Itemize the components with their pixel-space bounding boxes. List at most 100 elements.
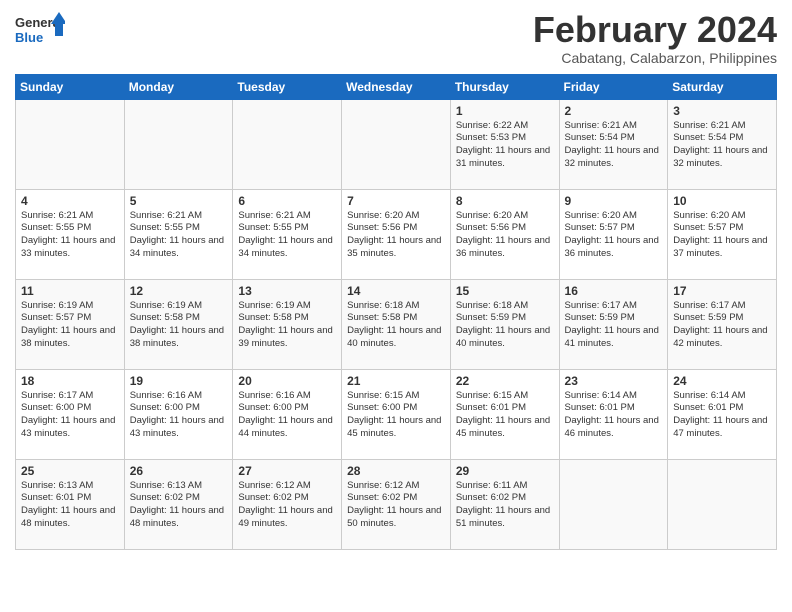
day-number: 17 [673,284,771,298]
day-sun-info: Sunrise: 6:21 AM Sunset: 5:54 PM Dayligh… [565,120,663,171]
day-number: 6 [238,194,336,208]
svg-text:Blue: Blue [15,30,43,45]
day-number: 14 [347,284,445,298]
calendar-day-cell: 1Sunrise: 6:22 AM Sunset: 5:53 PM Daylig… [450,99,559,189]
calendar-day-cell: 28Sunrise: 6:12 AM Sunset: 6:02 PM Dayli… [342,459,451,549]
location: Cabatang, Calabarzon, Philippines [533,50,777,66]
day-number: 2 [565,104,663,118]
day-header: Wednesday [342,74,451,99]
day-header: Thursday [450,74,559,99]
calendar-day-cell: 6 Sunrise: 6:21 AM Sunset: 5:55 PM Daylig… [233,189,342,279]
calendar-day-cell: 8 Sunrise: 6:20 AM Sunset: 5:56 PM Daylig… [450,189,559,279]
day-number: 22 [456,374,554,388]
logo: General Blue [15,10,65,50]
day-number: 15 [456,284,554,298]
day-sun-info: Sunrise: 6:13 AM Sunset: 6:02 PM Dayligh… [130,480,228,531]
calendar-day-cell: 17 Sunrise: 6:17 AM Sunset: 5:59 PM Dayli… [668,279,777,369]
day-sun-info: Sunrise: 6:22 AM Sunset: 5:53 PM Dayligh… [456,120,554,171]
calendar-day-cell: 10 Sunrise: 6:20 AM Sunset: 5:57 PM Dayli… [668,189,777,279]
page-header: General Blue February 2024 Cabatang, Cal… [15,10,777,66]
calendar-week-row: 1Sunrise: 6:22 AM Sunset: 5:53 PM Daylig… [16,99,777,189]
calendar-day-cell: 21 Sunrise: 6:15 AM Sunset: 6:00 PM Dayli… [342,369,451,459]
day-sun-info: Sunrise: 6:11 AM Sunset: 6:02 PM Dayligh… [456,480,554,531]
day-sun-info: Sunrise: 6:12 AM Sunset: 6:02 PM Dayligh… [238,480,336,531]
calendar-day-cell: 5 Sunrise: 6:21 AM Sunset: 5:55 PM Daylig… [124,189,233,279]
day-number: 28 [347,464,445,478]
day-sun-info: Sunrise: 6:20 AM Sunset: 5:57 PM Dayligh… [673,210,771,261]
day-number: 10 [673,194,771,208]
day-sun-info: Sunrise: 6:20 AM Sunset: 5:57 PM Dayligh… [565,210,663,261]
calendar-day-cell: 16 Sunrise: 6:17 AM Sunset: 5:59 PM Dayli… [559,279,668,369]
calendar-day-cell [668,459,777,549]
day-number: 23 [565,374,663,388]
day-header: Tuesday [233,74,342,99]
day-sun-info: Sunrise: 6:18 AM Sunset: 5:59 PM Dayligh… [456,300,554,351]
calendar-day-cell: 7 Sunrise: 6:20 AM Sunset: 5:56 PM Daylig… [342,189,451,279]
calendar-day-cell: 15 Sunrise: 6:18 AM Sunset: 5:59 PM Dayli… [450,279,559,369]
calendar-day-cell: 22 Sunrise: 6:15 AM Sunset: 6:01 PM Dayli… [450,369,559,459]
day-sun-info: Sunrise: 6:21 AM Sunset: 5:55 PM Dayligh… [130,210,228,261]
calendar-day-cell [16,99,125,189]
day-number: 25 [21,464,119,478]
day-header: Monday [124,74,233,99]
day-number: 29 [456,464,554,478]
logo-svg: General Blue [15,10,65,50]
day-sun-info: Sunrise: 6:21 AM Sunset: 5:54 PM Dayligh… [673,120,771,171]
day-number: 16 [565,284,663,298]
day-sun-info: Sunrise: 6:15 AM Sunset: 6:01 PM Dayligh… [456,390,554,441]
day-sun-info: Sunrise: 6:13 AM Sunset: 6:01 PM Dayligh… [21,480,119,531]
day-sun-info: Sunrise: 6:20 AM Sunset: 5:56 PM Dayligh… [347,210,445,261]
day-sun-info: Sunrise: 6:19 AM Sunset: 5:57 PM Dayligh… [21,300,119,351]
calendar-day-cell: 9 Sunrise: 6:20 AM Sunset: 5:57 PM Daylig… [559,189,668,279]
day-sun-info: Sunrise: 6:20 AM Sunset: 5:56 PM Dayligh… [456,210,554,261]
day-number: 3 [673,104,771,118]
day-number: 27 [238,464,336,478]
calendar-day-cell: 11Sunrise: 6:19 AM Sunset: 5:57 PM Dayli… [16,279,125,369]
day-sun-info: Sunrise: 6:16 AM Sunset: 6:00 PM Dayligh… [130,390,228,441]
calendar-day-cell: 2 Sunrise: 6:21 AM Sunset: 5:54 PM Daylig… [559,99,668,189]
month-title: February 2024 [533,10,777,50]
calendar-day-cell: 20 Sunrise: 6:16 AM Sunset: 6:00 PM Dayli… [233,369,342,459]
calendar-day-cell: 23Sunrise: 6:14 AM Sunset: 6:01 PM Dayli… [559,369,668,459]
day-number: 21 [347,374,445,388]
calendar-table: SundayMondayTuesdayWednesdayThursdayFrid… [15,74,777,550]
calendar-day-cell [233,99,342,189]
day-number: 8 [456,194,554,208]
calendar-day-cell: 13 Sunrise: 6:19 AM Sunset: 5:58 PM Dayli… [233,279,342,369]
calendar-day-cell: 24 Sunrise: 6:14 AM Sunset: 6:01 PM Dayli… [668,369,777,459]
calendar-day-cell: 29 Sunrise: 6:11 AM Sunset: 6:02 PM Dayli… [450,459,559,549]
calendar-day-cell: 19 Sunrise: 6:16 AM Sunset: 6:00 PM Dayli… [124,369,233,459]
day-number: 9 [565,194,663,208]
calendar-day-cell: 12 Sunrise: 6:19 AM Sunset: 5:58 PM Dayli… [124,279,233,369]
day-header: Friday [559,74,668,99]
calendar-week-row: 25 Sunrise: 6:13 AM Sunset: 6:01 PM Dayli… [16,459,777,549]
day-sun-info: Sunrise: 6:19 AM Sunset: 5:58 PM Dayligh… [238,300,336,351]
day-sun-info: Sunrise: 6:17 AM Sunset: 6:00 PM Dayligh… [21,390,119,441]
day-number: 24 [673,374,771,388]
calendar-week-row: 4 Sunrise: 6:21 AM Sunset: 5:55 PM Daylig… [16,189,777,279]
day-number: 7 [347,194,445,208]
title-block: February 2024 Cabatang, Calabarzon, Phil… [533,10,777,66]
calendar-week-row: 11Sunrise: 6:19 AM Sunset: 5:57 PM Dayli… [16,279,777,369]
day-sun-info: Sunrise: 6:17 AM Sunset: 5:59 PM Dayligh… [565,300,663,351]
calendar-day-cell: 3 Sunrise: 6:21 AM Sunset: 5:54 PM Daylig… [668,99,777,189]
day-header: Sunday [16,74,125,99]
day-sun-info: Sunrise: 6:16 AM Sunset: 6:00 PM Dayligh… [238,390,336,441]
calendar-day-cell [342,99,451,189]
calendar-day-cell: 26Sunrise: 6:13 AM Sunset: 6:02 PM Dayli… [124,459,233,549]
day-sun-info: Sunrise: 6:21 AM Sunset: 5:55 PM Dayligh… [238,210,336,261]
day-sun-info: Sunrise: 6:19 AM Sunset: 5:58 PM Dayligh… [130,300,228,351]
day-number: 5 [130,194,228,208]
day-sun-info: Sunrise: 6:14 AM Sunset: 6:01 PM Dayligh… [673,390,771,441]
day-number: 13 [238,284,336,298]
day-number: 4 [21,194,119,208]
day-number: 19 [130,374,228,388]
calendar-day-cell [124,99,233,189]
calendar-day-cell: 27 Sunrise: 6:12 AM Sunset: 6:02 PM Dayli… [233,459,342,549]
day-header: Saturday [668,74,777,99]
day-number: 20 [238,374,336,388]
day-sun-info: Sunrise: 6:15 AM Sunset: 6:00 PM Dayligh… [347,390,445,441]
day-number: 12 [130,284,228,298]
calendar-day-cell: 4Sunrise: 6:21 AM Sunset: 5:55 PM Daylig… [16,189,125,279]
day-sun-info: Sunrise: 6:17 AM Sunset: 5:59 PM Dayligh… [673,300,771,351]
